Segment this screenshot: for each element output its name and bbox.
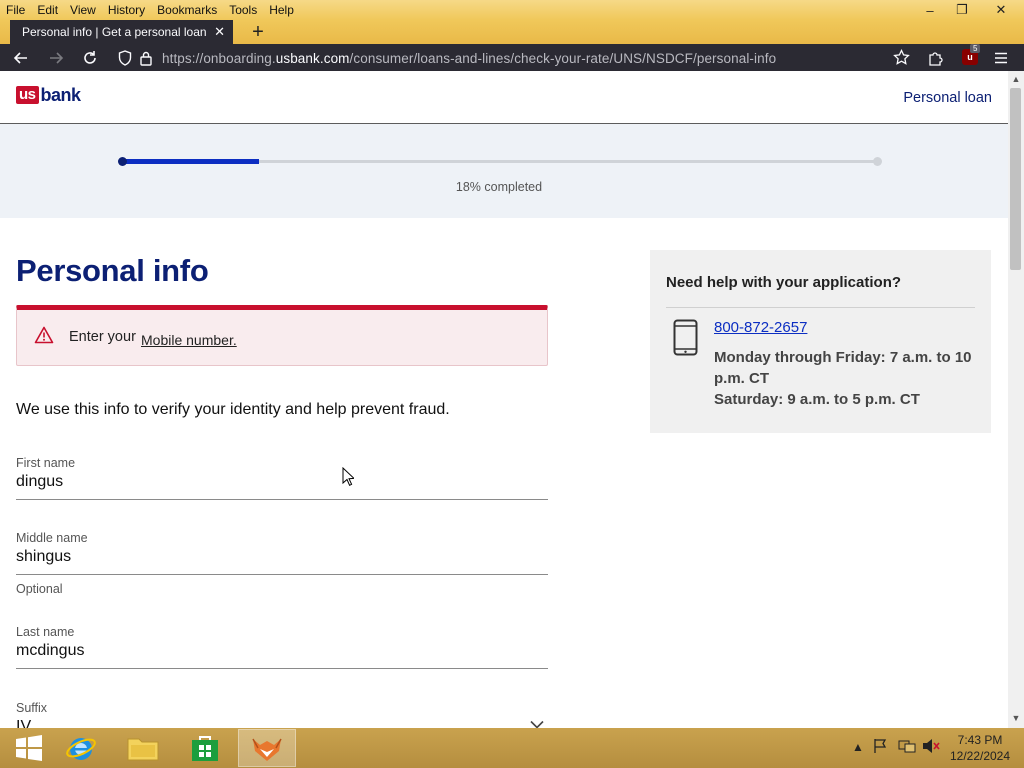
star-icon — [892, 48, 910, 65]
warning-icon — [34, 326, 54, 344]
progress-start-dot — [118, 157, 127, 166]
alert-text: Enter your — [69, 329, 136, 345]
minimize-button[interactable]: – — [914, 0, 946, 20]
page-title: Personal info — [16, 253, 209, 288]
tracking-shield-icon[interactable] — [118, 50, 132, 66]
start-button[interactable] — [0, 729, 58, 767]
store-taskbar-button[interactable] — [176, 729, 234, 767]
network-icon[interactable] — [898, 738, 916, 757]
saturday-hours: Saturday: 9 a.m. to 5 p.m. CT — [714, 391, 920, 408]
clock-time: 7:43 PM — [957, 733, 1003, 747]
volume-muted-icon[interactable] — [922, 738, 940, 757]
middle-name-helper: Optional — [16, 582, 63, 596]
firefox-fox-icon — [252, 738, 282, 761]
help-title: Need help with your application? — [666, 274, 902, 291]
tab-close-icon[interactable]: ✕ — [214, 24, 225, 40]
middle-name-input[interactable]: shingus — [16, 548, 548, 575]
menu-file[interactable]: File — [0, 3, 31, 17]
suffix-field[interactable]: Suffix IV — [16, 701, 548, 728]
window-controls: – ❐ ✕ — [914, 0, 1024, 20]
last-name-label: Last name — [16, 625, 75, 639]
scrollbar-thumb[interactable] — [1010, 88, 1021, 270]
bookmark-star-button[interactable] — [890, 47, 912, 69]
windows-logo-icon — [16, 735, 42, 761]
ublock-count-badge: 5 — [970, 44, 981, 53]
middle-name-label: Middle name — [16, 531, 88, 545]
extensions-button[interactable] — [925, 47, 947, 69]
app-menu-button[interactable] — [990, 47, 1012, 69]
mobile-number-error-link[interactable]: Mobile number. — [141, 332, 237, 348]
menu-view[interactable]: View — [64, 3, 102, 17]
logo-us-mark: us — [16, 86, 39, 104]
new-tab-button[interactable]: + — [248, 21, 268, 43]
middle-name-field[interactable]: Middle name shingus Optional — [16, 531, 548, 596]
menu-help[interactable]: Help — [263, 3, 300, 17]
file-explorer-taskbar-button[interactable] — [114, 729, 172, 767]
lock-icon[interactable] — [140, 51, 152, 66]
clock-date: 12/22/2024 — [949, 749, 1011, 763]
error-alert: Enter your Mobile number. — [16, 305, 548, 366]
mouse-cursor-icon — [342, 467, 354, 486]
help-phone-link[interactable]: 800-872-2657 — [714, 319, 807, 336]
menu-history[interactable]: History — [102, 3, 151, 17]
firefox-taskbar-button[interactable] — [238, 729, 296, 767]
tab-personal-info[interactable]: Personal info | Get a personal loan | U … — [10, 20, 233, 44]
first-name-input[interactable]: dingus — [16, 473, 548, 500]
suffix-label: Suffix — [16, 701, 48, 715]
folder-icon — [127, 738, 159, 761]
store-bag-icon — [192, 736, 218, 761]
reload-button[interactable] — [79, 47, 101, 69]
progress-end-dot — [873, 157, 882, 166]
progress-section: 18% completed — [0, 124, 1008, 218]
last-name-input[interactable]: mcdingus — [16, 642, 548, 669]
menu-bookmarks[interactable]: Bookmarks — [151, 3, 223, 17]
tab-strip: Personal info | Get a personal loan | U … — [0, 20, 1024, 44]
forward-button[interactable] — [45, 47, 67, 69]
internet-explorer-icon — [66, 738, 96, 760]
flag-icon[interactable] — [872, 738, 888, 757]
mobile-phone-icon — [673, 319, 698, 356]
suffix-select[interactable]: IV — [16, 718, 548, 728]
restore-button[interactable]: ❐ — [946, 0, 978, 20]
menu-tools[interactable]: Tools — [223, 3, 263, 17]
forward-arrow-icon — [50, 52, 64, 64]
navigation-bar: https://onboarding.usbank.com/consumer/l… — [0, 44, 1024, 71]
chevron-down-icon[interactable] — [530, 717, 544, 728]
logo-bank-text: bank — [40, 84, 82, 105]
web-page: us bank Personal loan 18% completed Pers… — [0, 71, 1008, 728]
show-hidden-icons-button[interactable]: ▲ — [852, 740, 864, 754]
close-window-button[interactable]: ✕ — [978, 0, 1024, 20]
reload-icon — [84, 51, 96, 64]
progress-label: 18% completed — [455, 180, 543, 194]
usbank-logo[interactable]: us bank — [16, 85, 81, 105]
menu-bar: File Edit View History Bookmarks Tools H… — [0, 0, 1024, 20]
puzzle-icon — [929, 52, 943, 66]
first-name-field[interactable]: First name dingus — [16, 456, 548, 500]
help-card: Need help with your application? 800-872… — [650, 250, 991, 433]
back-arrow-icon — [13, 52, 27, 64]
scroll-down-arrow-icon[interactable]: ▼ — [1010, 713, 1022, 723]
back-button[interactable] — [10, 47, 32, 69]
personal-loan-link[interactable]: Personal loan — [903, 90, 992, 106]
last-name-field[interactable]: Last name mcdingus — [16, 625, 548, 669]
progress-fill — [123, 159, 259, 164]
internet-explorer-taskbar-button[interactable] — [52, 729, 110, 767]
scroll-up-arrow-icon[interactable]: ▲ — [1010, 74, 1022, 84]
first-name-label: First name — [16, 456, 76, 470]
url-text: https://onboarding.usbank.com/consumer/l… — [162, 50, 777, 66]
url-bar[interactable]: https://onboarding.usbank.com/consumer/l… — [112, 46, 882, 70]
intro-text: We use this info to verify your identity… — [16, 401, 450, 418]
tab-title: Personal info | Get a personal loan | U — [22, 25, 208, 39]
site-header: us bank Personal loan — [0, 71, 1008, 124]
hamburger-menu-icon — [995, 52, 1007, 64]
help-hours: Monday through Friday: 7 a.m. to 10 p.m.… — [714, 347, 974, 410]
help-divider — [666, 307, 975, 308]
menu-edit[interactable]: Edit — [31, 3, 64, 17]
taskbar-clock[interactable]: 7:43 PM 12/22/2024 — [944, 732, 1016, 764]
windows-taskbar: ▲ — [0, 728, 1024, 768]
weekday-hours: Monday through Friday: 7 a.m. to 10 p.m.… — [714, 349, 972, 387]
